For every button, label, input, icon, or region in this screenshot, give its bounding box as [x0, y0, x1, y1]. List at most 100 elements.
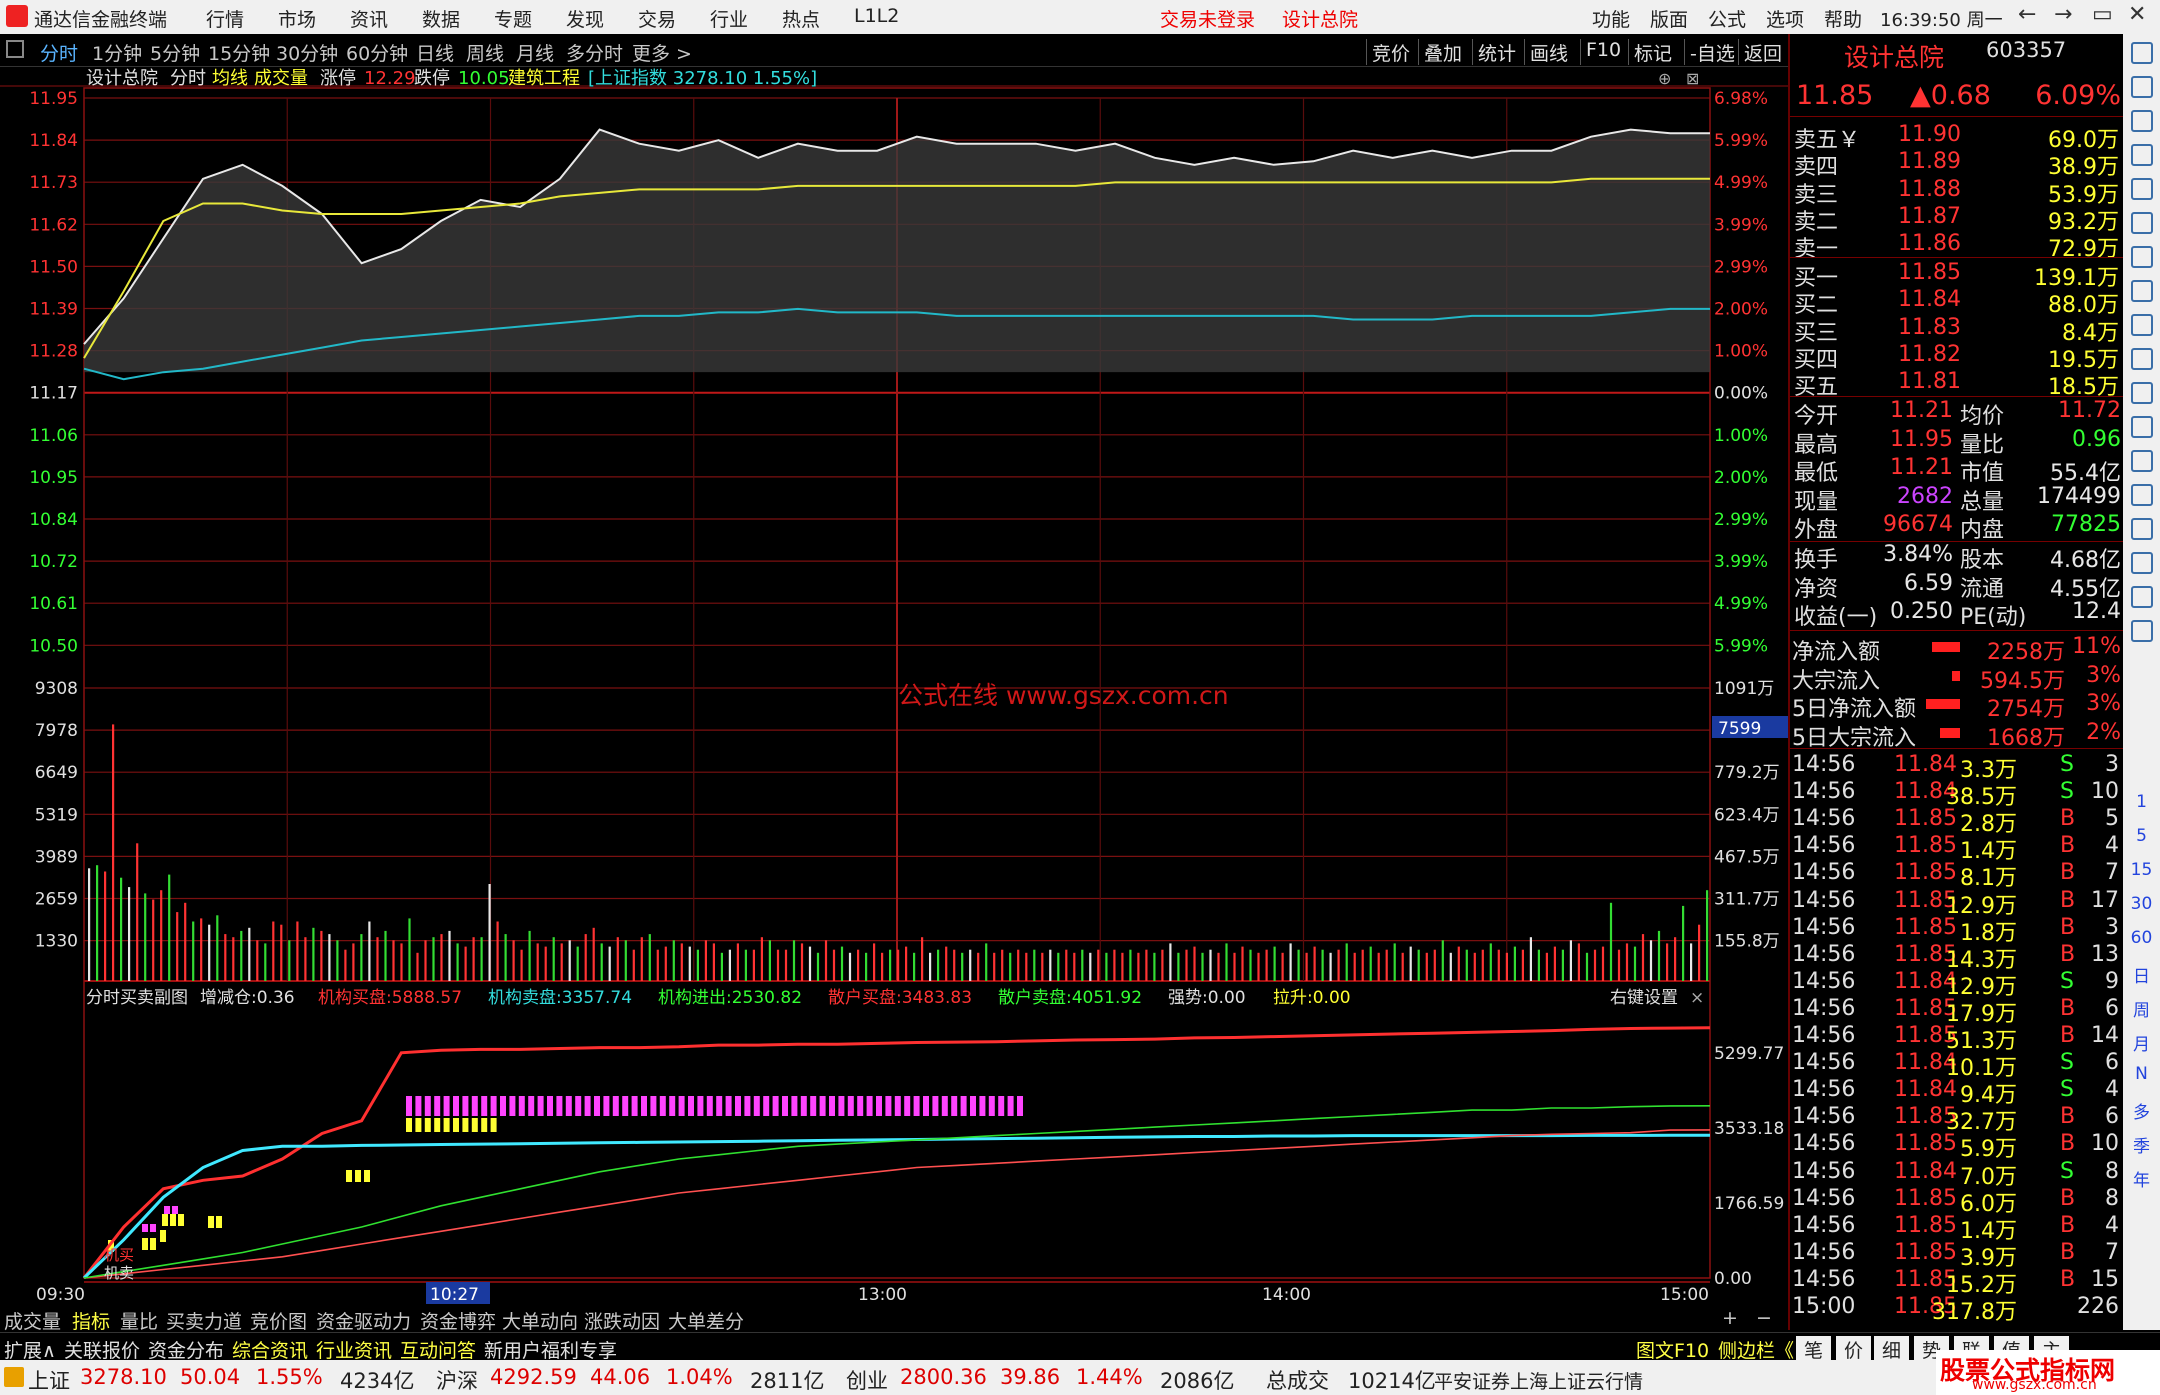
- tab-7[interactable]: 周线: [466, 39, 504, 66]
- indicator-tab-0[interactable]: 成交量: [4, 1307, 61, 1334]
- tab-9[interactable]: 多分时: [566, 39, 623, 66]
- menu-6[interactable]: 交易: [638, 5, 710, 32]
- sidebar-period[interactable]: 15: [2123, 860, 2160, 880]
- subchart-close-icon[interactable]: ×: [1690, 988, 1704, 1008]
- sidebar-period[interactable]: 季: [2123, 1132, 2160, 1157]
- alert-icon[interactable]: [4, 1367, 24, 1387]
- sidebar-tool-icon[interactable]: [2131, 212, 2153, 234]
- sidebar-tool-icon[interactable]: [2131, 348, 2153, 370]
- sidebar-period[interactable]: 5: [2123, 826, 2160, 846]
- sidebar-tool-icon[interactable]: [2131, 76, 2153, 98]
- indicator-tab-7[interactable]: 大单动向: [502, 1307, 578, 1334]
- indicator-tab-9[interactable]: 大单差分: [668, 1307, 744, 1334]
- menu-9[interactable]: L1L2: [854, 5, 926, 32]
- indicator-tab-5[interactable]: 资金驱动力: [316, 1307, 411, 1334]
- toolbar-button-6[interactable]: -自选: [1690, 39, 1735, 66]
- toolbar-button-4[interactable]: F10: [1586, 39, 1621, 61]
- indicator-tab-6[interactable]: 资金博弈: [420, 1307, 496, 1334]
- sidebar-tool-icon[interactable]: [2131, 280, 2153, 302]
- zoom-out-button[interactable]: −: [1756, 1307, 1772, 1329]
- sidebar-tool-icon[interactable]: [2131, 450, 2153, 472]
- side-tab-3[interactable]: 价: [1836, 1336, 1872, 1363]
- sidebar-tool-icon[interactable]: [2131, 552, 2153, 574]
- hs-label[interactable]: 沪深: [436, 1365, 478, 1395]
- info-tab-3[interactable]: 综合资讯: [232, 1336, 308, 1363]
- menu-7[interactable]: 行业: [710, 5, 782, 32]
- tab-8[interactable]: 月线: [516, 39, 554, 66]
- side-tab-2[interactable]: 笔: [1796, 1336, 1832, 1363]
- sidebar-tool-icon[interactable]: [2131, 178, 2153, 200]
- tab-3[interactable]: 15分钟: [208, 39, 270, 66]
- menu-3[interactable]: 数据: [422, 5, 494, 32]
- zoom-in-icon[interactable]: ⊕: [1658, 69, 1671, 88]
- sidebar-period[interactable]: 周: [2123, 996, 2160, 1021]
- toolbar-button-7[interactable]: 返回: [1744, 39, 1782, 66]
- sidebar-tool-icon[interactable]: [2131, 620, 2153, 642]
- sidebar-period[interactable]: 多: [2123, 1098, 2160, 1123]
- sidebar-tool-icon[interactable]: [2131, 144, 2153, 166]
- info-tab-0[interactable]: 扩展∧: [4, 1336, 56, 1363]
- sidebar-tool-icon[interactable]: [2131, 314, 2153, 336]
- sidebar-period[interactable]: 60: [2123, 928, 2160, 948]
- subchart-settings[interactable]: 右键设置: [1610, 988, 1678, 1008]
- menu-8[interactable]: 热点: [782, 5, 854, 32]
- side-tab-1[interactable]: 侧边栏《: [1718, 1336, 1794, 1363]
- indicator-tab-3[interactable]: 买卖力道: [166, 1307, 242, 1334]
- sidebar-tool-icon[interactable]: [2131, 110, 2153, 132]
- menu-0[interactable]: 行情: [206, 5, 278, 32]
- sidebar-period[interactable]: 1: [2123, 792, 2160, 812]
- sidebar-tool-icon[interactable]: [2131, 586, 2153, 608]
- side-tab-4[interactable]: 细: [1874, 1336, 1910, 1363]
- zoom-in-button[interactable]: +: [1722, 1307, 1738, 1329]
- sidebar-tool-icon[interactable]: [2131, 382, 2153, 404]
- tab-0[interactable]: 分时: [40, 39, 78, 66]
- tab-10[interactable]: 更多 >: [632, 39, 692, 66]
- cy-label[interactable]: 创业: [846, 1365, 888, 1395]
- indicator-tab-4[interactable]: 竞价图: [250, 1307, 307, 1334]
- info-tab-6[interactable]: 新用户福利专享: [484, 1336, 617, 1363]
- info-tab-2[interactable]: 资金分布: [148, 1336, 224, 1363]
- menu-2[interactable]: 资讯: [350, 5, 422, 32]
- indicator-tab-8[interactable]: 涨跌动因: [584, 1307, 660, 1334]
- sidebar-period[interactable]: N: [2123, 1064, 2160, 1084]
- toolbar-button-1[interactable]: 叠加: [1424, 39, 1462, 66]
- sidebar-tool-icon[interactable]: [2131, 518, 2153, 540]
- toolbar-button-3[interactable]: 画线: [1530, 39, 1568, 66]
- restore-window-icon[interactable]: ▭: [2092, 2, 2113, 27]
- side-tab-0[interactable]: 图文F10: [1636, 1336, 1709, 1363]
- right-menu-1[interactable]: 版面: [1650, 5, 1708, 32]
- toolbar-button-5[interactable]: 标记: [1634, 39, 1672, 66]
- trade-login-status[interactable]: 交易未登录: [1160, 5, 1255, 32]
- right-menu-0[interactable]: 功能: [1592, 5, 1650, 32]
- indicator-tab-1[interactable]: 指标: [72, 1307, 110, 1334]
- tab-6[interactable]: 日线: [416, 39, 454, 66]
- sidebar-tool-icon[interactable]: [2131, 246, 2153, 268]
- right-menu-3[interactable]: 选项: [1766, 5, 1824, 32]
- menu-1[interactable]: 市场: [278, 5, 350, 32]
- forward-icon[interactable]: →: [2054, 2, 2072, 27]
- tab-1[interactable]: 1分钟: [92, 39, 142, 66]
- indicator-tab-2[interactable]: 量比: [120, 1307, 158, 1334]
- info-tab-5[interactable]: 互动问答: [400, 1336, 476, 1363]
- chart-close-icon[interactable]: ⊠: [1686, 69, 1699, 88]
- tab-5[interactable]: 60分钟: [346, 39, 408, 66]
- toolbar-button-2[interactable]: 统计: [1478, 39, 1516, 66]
- sidebar-tool-icon[interactable]: [2131, 484, 2153, 506]
- info-tab-1[interactable]: 关联报价: [64, 1336, 140, 1363]
- sidebar-period[interactable]: 年: [2123, 1166, 2160, 1191]
- sidebar-tool-icon[interactable]: [2131, 416, 2153, 438]
- back-icon[interactable]: ←: [2018, 2, 2036, 27]
- sh-label[interactable]: 上证: [28, 1365, 70, 1395]
- sidebar-period[interactable]: 月: [2123, 1030, 2160, 1055]
- toolbar-button-0[interactable]: 竞价: [1372, 39, 1410, 66]
- sidebar-period[interactable]: 30: [2123, 894, 2160, 914]
- sidebar-period[interactable]: 日: [2123, 962, 2160, 987]
- right-menu-4[interactable]: 帮助: [1824, 5, 1882, 32]
- menu-5[interactable]: 发现: [566, 5, 638, 32]
- tab-2[interactable]: 5分钟: [150, 39, 200, 66]
- menu-4[interactable]: 专题: [494, 5, 566, 32]
- close-window-icon[interactable]: ✕: [2128, 2, 2146, 27]
- info-tab-4[interactable]: 行业资讯: [316, 1336, 392, 1363]
- intraday-chart[interactable]: 11.95 6.98% 11.84 5.99% 11.73 4.99% 11.62 3.99%…: [0, 68, 1788, 1304]
- tab-4[interactable]: 30分钟: [276, 39, 338, 66]
